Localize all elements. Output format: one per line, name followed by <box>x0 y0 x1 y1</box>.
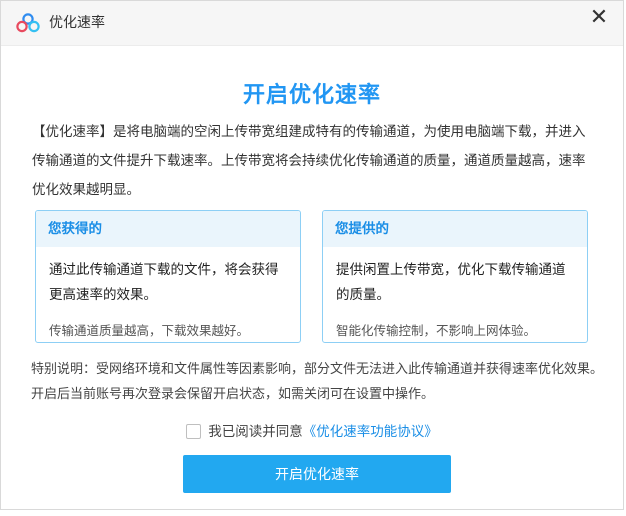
cloud-logo-icon <box>16 13 40 33</box>
dialog-heading: 开启优化速率 <box>242 83 381 108</box>
agree-checkbox[interactable] <box>186 424 202 439</box>
close-icon[interactable]: ✕ <box>587 7 611 31</box>
special-notice: 特别说明：受网络环境和文件属性等因素影响，部分文件无法进入此传输通道并获得速率优… <box>31 362 604 402</box>
card-body: 提供闲置上传带宽，优化下载传输通道的质量。 <box>336 262 566 303</box>
enable-optimize-button[interactable]: 开启优化速率 <box>183 455 451 493</box>
card-title: 您提供的 <box>323 211 587 247</box>
benefit-card-provide: 您提供的 提供闲置上传带宽，优化下载传输通道的质量。 智能化传输控制，不影响上网… <box>322 210 588 343</box>
agree-label[interactable]: 我已阅读并同意 <box>208 424 303 440</box>
window-title: 优化速率 <box>49 15 105 31</box>
card-body: 通过此传输通道下载的文件，将会获得更高速率的效果。 <box>49 262 279 303</box>
card-title: 您获得的 <box>36 211 300 247</box>
intro-text: 【优化速率】是将电脑端的空闲上传带宽组建成特有的传输通道，为使用电脑端下载，并进… <box>32 124 586 198</box>
card-footnote: 智能化传输控制，不影响上网体验。 <box>336 323 537 338</box>
agreement-row: 我已阅读并同意《优化速率功能协议》 <box>1 422 623 442</box>
agreement-link[interactable]: 《优化速率功能协议》 <box>303 424 438 440</box>
benefit-card-get: 您获得的 通过此传输通道下载的文件，将会获得更高速率的效果。 传输通道质量越高，… <box>35 210 301 343</box>
title-bar: 优化速率 ✕ <box>1 1 623 46</box>
optimize-rate-dialog: 优化速率 ✕ 开启优化速率 【优化速率】是将电脑端的空闲上传带宽组建成特有的传输… <box>0 0 624 510</box>
card-footnote: 传输通道质量越高，下载效果越好。 <box>49 323 250 338</box>
